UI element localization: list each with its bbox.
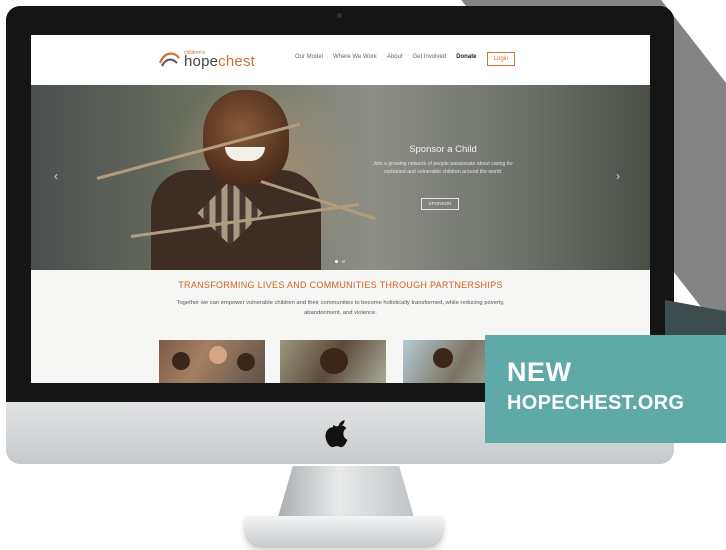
carousel-dot[interactable] bbox=[342, 260, 345, 263]
carousel-prev-icon[interactable]: ‹ bbox=[54, 169, 62, 183]
nav-donate[interactable]: Donate bbox=[456, 54, 476, 60]
hero-carousel: ‹ › Sponsor a Child Join a growing netwo… bbox=[31, 85, 650, 270]
person-face bbox=[433, 348, 453, 368]
person-face bbox=[172, 352, 190, 370]
community-photo[interactable] bbox=[159, 340, 265, 383]
hero-title: Sponsor a Child bbox=[409, 144, 477, 155]
hopechest-logo[interactable]: children's hopechest bbox=[157, 48, 257, 72]
section-description: Together we can empower vulnerable child… bbox=[176, 300, 505, 316]
carousel-indicators bbox=[335, 260, 345, 263]
carousel-dot-active[interactable] bbox=[335, 260, 338, 263]
sponsor-button[interactable]: SPONSOR bbox=[421, 198, 459, 210]
new-site-badge: NEW HOPECHEST.ORG bbox=[485, 335, 726, 443]
nav-where-we-work[interactable]: Where We Work bbox=[333, 54, 377, 60]
nav-links: Our Model Where We Work About Get Involv… bbox=[295, 54, 477, 60]
logo-suffix: chest bbox=[218, 53, 256, 70]
stand-base bbox=[244, 516, 444, 548]
community-photo[interactable] bbox=[280, 340, 386, 383]
person-face bbox=[209, 346, 227, 364]
nav-our-model[interactable]: Our Model bbox=[295, 54, 323, 60]
logo-prefix: hope bbox=[184, 53, 219, 70]
hero-description: Join a growing network of people passion… bbox=[373, 161, 513, 175]
nav-get-involved[interactable]: Get Involved bbox=[413, 54, 447, 60]
nav-about[interactable]: About bbox=[387, 54, 403, 60]
badge-domain-label: HOPECHEST.ORG bbox=[507, 392, 685, 414]
person-face bbox=[237, 353, 255, 371]
camera-icon bbox=[337, 13, 342, 18]
carousel-next-icon[interactable]: › bbox=[616, 169, 624, 183]
login-button[interactable]: Login bbox=[487, 52, 515, 66]
person-face bbox=[320, 348, 348, 374]
logo-swoosh-icon bbox=[158, 52, 180, 67]
apple-logo-icon bbox=[325, 420, 348, 448]
website-screen: children's hopechest Our Model Where We … bbox=[31, 35, 650, 383]
top-navigation: children's hopechest Our Model Where We … bbox=[31, 35, 650, 85]
logo-wordmark: hopechest bbox=[184, 53, 255, 70]
badge-new-label: NEW bbox=[507, 357, 572, 387]
section-title: TRANSFORMING LIVES AND COMMUNITIES THROU… bbox=[178, 280, 503, 290]
product-showcase: children's hopechest Our Model Where We … bbox=[0, 0, 726, 550]
